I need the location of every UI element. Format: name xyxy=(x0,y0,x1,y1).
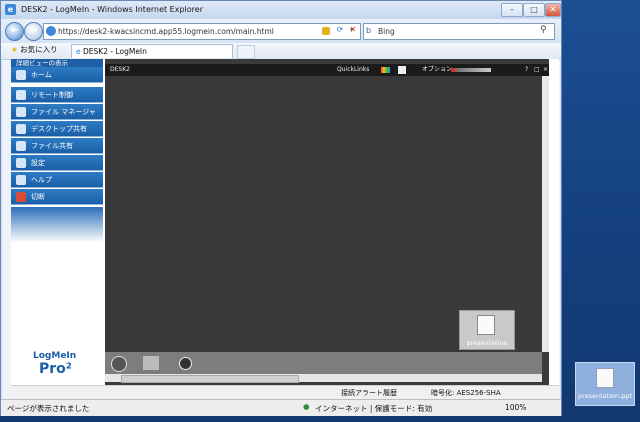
help-icon[interactable]: ? xyxy=(525,64,528,76)
home-icon xyxy=(16,70,26,80)
color-quality-icon[interactable] xyxy=(381,67,390,73)
sidebar-item-file-sharing[interactable]: ファイル共有 xyxy=(11,138,103,154)
desktop-icon-label: presentation xyxy=(466,339,508,347)
close-button[interactable]: ✕ xyxy=(545,3,561,17)
sidebar-item-settings[interactable]: 設定 xyxy=(11,155,103,171)
sidebar-item-label: ホーム xyxy=(31,71,52,79)
search-icon[interactable]: ⚲ xyxy=(540,25,547,35)
remote-taskbar xyxy=(105,352,542,374)
sidebar-item-remote-control[interactable]: リモート制御 xyxy=(11,87,103,103)
file-sharing-icon xyxy=(16,141,26,151)
sidebar-item-label: 設定 xyxy=(31,159,45,167)
favorites-label: お気に入り xyxy=(20,45,58,54)
remote-control-panel: DESK2 QuickLinks オプション ? □ × presentatio… xyxy=(105,59,549,385)
sidebar-item-file-manager[interactable]: ファイル マネージャ xyxy=(11,104,103,120)
globe-icon: ● xyxy=(303,402,310,411)
remote-desktop[interactable]: presentation xyxy=(105,76,542,352)
ie-status-bar: ページが表示されました ● インターネット | 保護モード: 有効 100% xyxy=(1,399,561,416)
back-button[interactable]: ← xyxy=(5,22,24,41)
taskbar-app-icon[interactable] xyxy=(143,356,159,370)
navigation-bar: ← → https://desk2-kwacsincmd.app55.logme… xyxy=(1,19,561,43)
sidebar-item-label: 切断 xyxy=(31,193,45,201)
favorites-button[interactable]: ★ お気に入り xyxy=(11,44,58,55)
scroll-thumb[interactable] xyxy=(121,375,299,383)
fullscreen-icon[interactable]: □ xyxy=(534,64,540,76)
logmein-sidebar: 詳細ビューの表示 ホーム リモート制御 ファイル マネージャ デスクトップ共有 … xyxy=(11,59,103,385)
sidebar-item-disconnect[interactable]: 切断 xyxy=(11,189,103,205)
sidebar-item-label: リモート制御 xyxy=(31,91,73,99)
media-player-icon[interactable] xyxy=(179,357,192,370)
maximize-button[interactable]: □ xyxy=(523,3,545,17)
zoom-slider[interactable] xyxy=(451,68,491,72)
star-icon: ★ xyxy=(11,45,18,54)
security-zone[interactable]: インターネット | 保護モード: 有効 xyxy=(315,403,432,414)
keyboard-icon[interactable] xyxy=(398,66,406,74)
encryption-status: 暗号化: AES256-SHA xyxy=(431,389,501,397)
page-status-text: ページが表示されました xyxy=(7,404,90,413)
presentation-file-icon[interactable]: presentation xyxy=(459,310,515,350)
document-icon xyxy=(477,315,495,335)
document-icon xyxy=(596,368,614,388)
horizontal-scrollbar[interactable] xyxy=(105,374,542,383)
logmein-logo: LogMeIn Pro² xyxy=(33,351,76,377)
desktop-sharing-icon xyxy=(16,124,26,134)
browser-window: e DESK2 - LogMeIn - Windows Internet Exp… xyxy=(0,0,562,416)
lock-icon[interactable] xyxy=(322,27,330,35)
sidebar-item-help[interactable]: ヘルプ xyxy=(11,172,103,188)
page-icon xyxy=(46,26,56,36)
tab-active[interactable]: e DESK2 - LogMeIn xyxy=(71,44,233,58)
ie-tab-icon: e xyxy=(76,47,81,56)
zoom-level[interactable]: 100% xyxy=(505,403,526,412)
url-text: https://desk2-kwacsincmd.app55.logmein.c… xyxy=(58,27,274,36)
sidebar-item-home[interactable]: ホーム xyxy=(11,67,103,83)
sidebar-item-desktop-sharing[interactable]: デスクトップ共有 xyxy=(11,121,103,137)
file-manager-icon xyxy=(16,107,26,117)
sidebar-item-label: ファイル共有 xyxy=(31,142,73,150)
sidebar-header[interactable]: 詳細ビューの表示 xyxy=(11,59,103,67)
vertical-scrollbar[interactable] xyxy=(542,76,549,352)
desktop-presentation-icon[interactable]: presentation.ppt xyxy=(575,362,635,406)
new-tab-button[interactable] xyxy=(237,45,255,59)
logo-pro-text: Pro² xyxy=(39,361,72,377)
options-button[interactable]: オプション xyxy=(422,64,452,76)
window-title: DESK2 - LogMeIn - Windows Internet Explo… xyxy=(21,5,203,14)
forward-button[interactable]: → xyxy=(24,22,43,41)
sidebar-item-label: ファイル マネージャ xyxy=(31,108,96,116)
title-bar: e DESK2 - LogMeIn - Windows Internet Exp… xyxy=(1,1,561,19)
quicklinks-button[interactable]: QuickLinks xyxy=(337,64,369,76)
sidebar-item-label: デスクトップ共有 xyxy=(31,125,87,133)
ie-logo-icon: e xyxy=(5,4,16,15)
page-content: 詳細ビューの表示 ホーム リモート制御 ファイル マネージャ デスクトップ共有 … xyxy=(11,59,559,385)
minimize-button[interactable]: – xyxy=(501,3,523,17)
tab-title: DESK2 - LogMeIn xyxy=(83,47,147,56)
help-icon xyxy=(16,175,26,185)
favorites-bar: ★ お気に入り e DESK2 - LogMeIn xyxy=(1,43,561,60)
bing-icon: b xyxy=(366,26,372,35)
connection-status-bar: 接続アラート履歴 暗号化: AES256-SHA xyxy=(11,385,559,400)
search-engine-label: Bing xyxy=(378,27,395,36)
remote-control-icon xyxy=(16,90,26,100)
desktop-icon-label: presentation.ppt xyxy=(577,392,632,400)
address-bar[interactable]: https://desk2-kwacsincmd.app55.logmein.c… xyxy=(43,23,361,40)
close-remote-icon[interactable]: × xyxy=(543,64,548,76)
stop-icon[interactable]: ✕ xyxy=(347,24,359,36)
alert-history-link[interactable]: 接続アラート履歴 xyxy=(341,388,397,398)
search-box[interactable]: b Bing ⚲ xyxy=(363,23,555,40)
start-button-icon[interactable] xyxy=(111,356,127,372)
gear-icon xyxy=(16,158,26,168)
disconnect-icon xyxy=(16,192,26,202)
logo-text: LogMeIn xyxy=(33,351,77,361)
refresh-icon[interactable]: ⟳ xyxy=(334,24,346,36)
remote-toolbar: DESK2 QuickLinks オプション ? □ × xyxy=(105,64,549,76)
sidebar-item-label: ヘルプ xyxy=(31,176,52,184)
computer-name: DESK2 xyxy=(110,66,130,73)
